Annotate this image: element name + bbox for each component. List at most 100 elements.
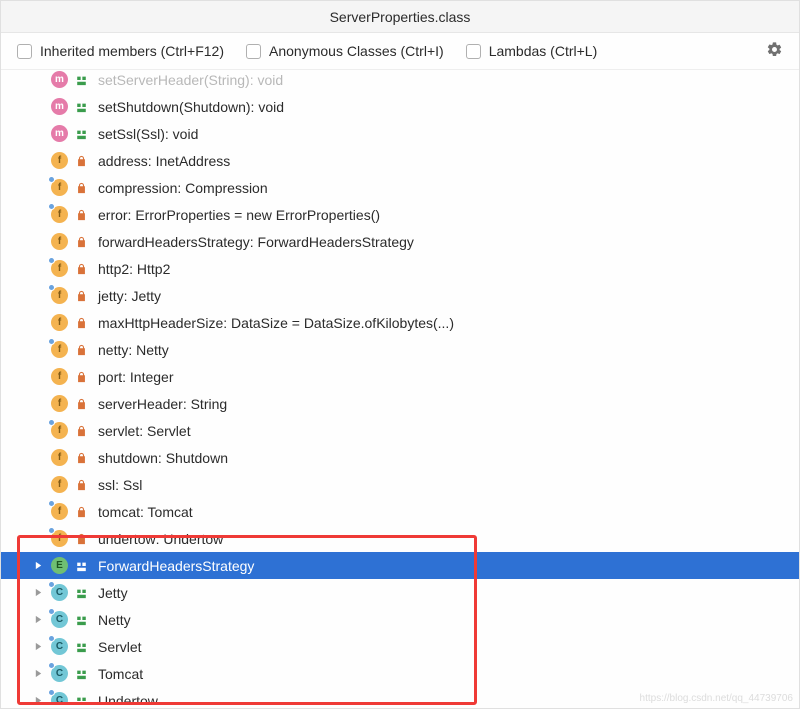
tree-row[interactable]: CServlet (1, 633, 799, 660)
toolbar: Inherited members (Ctrl+F12) Anonymous C… (1, 33, 799, 70)
tree-row-label: tomcat: Tomcat (98, 504, 193, 520)
pin-icon (48, 500, 55, 507)
tree-row[interactable]: fservlet: Servlet (1, 417, 799, 444)
tree-row-label: maxHttpHeaderSize: DataSize = DataSize.o… (98, 315, 454, 331)
pin-icon (48, 257, 55, 264)
tree-row-label: jetty: Jetty (98, 288, 161, 304)
field-icon: f (51, 530, 68, 547)
lambdas-checkbox[interactable]: Lambdas (Ctrl+L) (466, 43, 598, 59)
gear-icon[interactable] (766, 41, 783, 61)
pin-icon (48, 203, 55, 210)
field-icon: f (51, 233, 68, 250)
tree-row-label: forwardHeadersStrategy: ForwardHeadersSt… (98, 234, 414, 250)
tree-row-label: http2: Http2 (98, 261, 170, 277)
field-icon: f (51, 341, 68, 358)
tree-row[interactable]: EForwardHeadersStrategy (1, 552, 799, 579)
tree-row[interactable]: fcompression: Compression (1, 174, 799, 201)
tree-row[interactable]: CTomcat (1, 660, 799, 687)
tree-row[interactable]: msetServerHeader(String): void (1, 70, 799, 93)
package-visibility-icon (74, 613, 88, 627)
tree-row[interactable]: CJetty (1, 579, 799, 606)
tree-row-label: port: Integer (98, 369, 174, 385)
expand-arrow-icon[interactable] (29, 642, 47, 651)
private-lock-icon (74, 343, 88, 357)
class-icon: C (51, 584, 68, 601)
class-icon: C (51, 611, 68, 628)
structure-tree[interactable]: msetServerHeader(String): voidmsetShutdo… (1, 70, 799, 705)
private-lock-icon (74, 154, 88, 168)
tree-row[interactable]: f forwardHeadersStrategy: ForwardHeadersS… (1, 228, 799, 255)
tree-row-label: ssl: Ssl (98, 477, 142, 493)
tree-row[interactable]: f ssl: Ssl (1, 471, 799, 498)
pin-icon (48, 527, 55, 534)
tree-row-label: setSsl(Ssl): void (98, 126, 198, 142)
private-lock-icon (74, 424, 88, 438)
tree-row[interactable]: fshutdown: Shutdown (1, 444, 799, 471)
tree-row[interactable]: ferror: ErrorProperties = new ErrorPrope… (1, 201, 799, 228)
tree-row[interactable]: fnetty: Netty (1, 336, 799, 363)
expand-arrow-icon[interactable] (29, 615, 47, 624)
anonymous-label: Anonymous Classes (Ctrl+I) (269, 43, 444, 59)
tree-row-label: serverHeader: String (98, 396, 227, 412)
package-visibility-icon (74, 559, 88, 573)
private-lock-icon (74, 235, 88, 249)
checkbox-icon (17, 44, 32, 59)
pin-icon (48, 176, 55, 183)
pin-icon (48, 284, 55, 291)
tree-row[interactable]: f undertow: Undertow (1, 525, 799, 552)
tree-row-label: undertow: Undertow (98, 531, 223, 547)
tree-row[interactable]: f port: Integer (1, 363, 799, 390)
field-icon: f (51, 206, 68, 223)
pin-icon (48, 662, 55, 669)
tree-row[interactable]: C Netty (1, 606, 799, 633)
tree-row[interactable]: ftomcat: Tomcat (1, 498, 799, 525)
tree-row-label: address: InetAddress (98, 153, 230, 169)
tree-row-label: shutdown: Shutdown (98, 450, 228, 466)
tree-row[interactable]: f maxHttpHeaderSize: DataSize = DataSize.… (1, 309, 799, 336)
expand-arrow-icon[interactable] (29, 696, 47, 705)
field-icon: f (51, 368, 68, 385)
field-icon: f (51, 287, 68, 304)
private-lock-icon (74, 397, 88, 411)
private-lock-icon (74, 289, 88, 303)
expand-arrow-icon[interactable] (29, 588, 47, 597)
class-icon: C (51, 692, 68, 705)
pin-icon (48, 338, 55, 345)
structure-window: ServerProperties.class Inherited members… (0, 0, 800, 709)
package-visibility-icon (74, 100, 88, 114)
method-icon: m (51, 125, 68, 142)
field-icon: f (51, 476, 68, 493)
inherited-checkbox[interactable]: Inherited members (Ctrl+F12) (17, 43, 224, 59)
private-lock-icon (74, 370, 88, 384)
tree-row[interactable]: f http2: Http2 (1, 255, 799, 282)
expand-arrow-icon[interactable] (29, 669, 47, 678)
tree-row-label: setServerHeader(String): void (98, 72, 283, 88)
private-lock-icon (74, 532, 88, 546)
pin-icon (48, 635, 55, 642)
lambdas-label: Lambdas (Ctrl+L) (489, 43, 598, 59)
field-icon: f (51, 152, 68, 169)
expand-arrow-icon[interactable] (29, 561, 47, 570)
tree-row[interactable]: msetShutdown(Shutdown): void (1, 93, 799, 120)
private-lock-icon (74, 478, 88, 492)
tree-row-label: ForwardHeadersStrategy (98, 558, 254, 574)
class-icon: C (51, 665, 68, 682)
anonymous-checkbox[interactable]: Anonymous Classes (Ctrl+I) (246, 43, 444, 59)
package-visibility-icon (74, 127, 88, 141)
tree-row[interactable]: fserverHeader: String (1, 390, 799, 417)
tree-row[interactable]: f jetty: Jetty (1, 282, 799, 309)
tree-row-label: Netty (98, 612, 131, 628)
pin-icon (48, 608, 55, 615)
package-visibility-icon (74, 586, 88, 600)
pin-icon (48, 419, 55, 426)
package-visibility-icon (74, 694, 88, 706)
package-visibility-icon (74, 73, 88, 87)
field-icon: f (51, 260, 68, 277)
tree-row[interactable]: f address: InetAddress (1, 147, 799, 174)
tree-row[interactable]: m setSsl(Ssl): void (1, 120, 799, 147)
tree-row-label: Undertow (98, 693, 158, 706)
tree-row-label: compression: Compression (98, 180, 268, 196)
checkbox-icon (246, 44, 261, 59)
inherited-label: Inherited members (Ctrl+F12) (40, 43, 224, 59)
field-icon: f (51, 314, 68, 331)
